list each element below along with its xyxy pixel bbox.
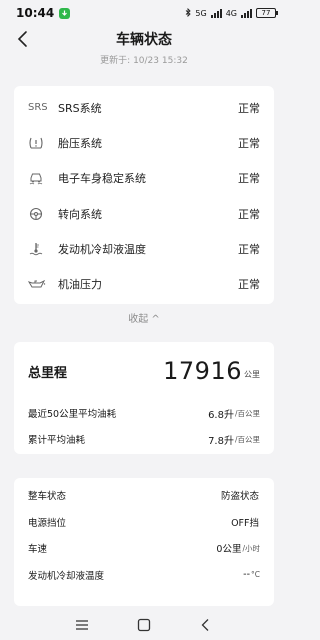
fuel-unit: /百公里 <box>234 408 260 418</box>
system-label: 机油压力 <box>58 278 102 292</box>
last-updated-text: 更新于: 10/23 15:32 <box>100 56 188 66</box>
tire-pressure-icon <box>28 135 50 151</box>
fuel-label: 最近50公里平均油耗 <box>28 409 117 420</box>
system-status: 正常 <box>238 207 260 221</box>
system-nav-bar <box>0 610 288 640</box>
system-row-stability-control[interactable]: 电子车身稳定系统 正常 <box>14 161 274 196</box>
fuel-unit: /百公里 <box>234 434 260 444</box>
system-row-oil-pressure[interactable]: 机油压力 正常 <box>14 266 274 301</box>
state-value: 防盗状态 <box>220 491 259 503</box>
system-label: 转向系统 <box>58 207 102 221</box>
fuel-row-recent: 最近50公里平均油耗 6.8升 /百公里 <box>28 400 260 426</box>
page-title: 车辆状态 <box>116 32 172 48</box>
system-label: 胎压系统 <box>58 136 102 150</box>
network-label-5g: 5G <box>195 8 207 18</box>
network-label-4g: 4G <box>225 8 237 18</box>
fuel-value: 7.8升 <box>208 435 234 447</box>
bluetooth-icon <box>185 7 192 19</box>
fuel-value: 6.8升 <box>208 409 234 421</box>
state-row-vehicle: 整车状态 防盗状态 <box>28 482 260 509</box>
system-status: 正常 <box>238 242 260 256</box>
state-label: 车速 <box>28 544 48 556</box>
home-icon[interactable] <box>136 617 152 633</box>
system-status-card: SRS SRS系统 正常 胎压系统 正常 电子车身稳定系统 正常 转向系统 正常… <box>14 86 274 304</box>
system-status: 正常 <box>238 278 260 292</box>
system-row-steering[interactable]: 转向系统 正常 <box>14 196 274 231</box>
state-row-coolant-temp: 发动机冷却液温度 -- °C <box>28 562 260 589</box>
total-mileage-label: 总里程 <box>28 365 68 381</box>
fuel-label: 累计平均油耗 <box>28 435 86 446</box>
status-bar: 10:44 5G 4G 77 <box>0 0 288 26</box>
total-mileage-unit: 公里 <box>244 370 260 379</box>
state-label: 整车状态 <box>28 491 67 503</box>
system-status: 正常 <box>238 172 260 186</box>
system-row-tire-pressure[interactable]: 胎压系统 正常 <box>14 125 274 160</box>
page-header: 车辆状态 <box>0 26 288 52</box>
state-unit: /小时 <box>242 543 260 553</box>
download-notification-icon <box>59 7 71 19</box>
system-status: 正常 <box>238 101 260 115</box>
state-label: 电源挡位 <box>28 517 67 529</box>
signal-strength-icon-2 <box>241 8 252 18</box>
state-row-speed: 车速 0公里 /小时 <box>28 535 260 562</box>
system-status: 正常 <box>238 136 260 150</box>
fuel-row-cumulative: 累计平均油耗 7.8升 /百公里 <box>28 426 260 452</box>
signal-strength-icon <box>210 8 222 18</box>
total-mileage-value: 17916 <box>163 357 242 385</box>
steering-wheel-icon <box>28 206 50 222</box>
srs-icon: SRS <box>28 102 48 114</box>
oil-can-icon <box>28 276 50 292</box>
vehicle-state-card: 整车状态 防盗状态 电源挡位 OFF挡 车速 0公里 /小时 发动机冷却液温度 … <box>14 478 274 606</box>
state-value: OFF挡 <box>231 517 259 529</box>
state-value: -- <box>243 569 250 581</box>
system-label: 发动机冷却液温度 <box>58 242 146 256</box>
mileage-card: 总里程 17916 公里 最近50公里平均油耗 6.8升 /百公里 累计平均油耗… <box>14 342 274 454</box>
status-time: 10:44 <box>16 6 55 20</box>
battery-icon: 77 <box>256 8 278 18</box>
system-row-srs[interactable]: SRS SRS系统 正常 <box>14 90 274 125</box>
battery-level: 77 <box>261 9 271 17</box>
state-label: 发动机冷却液温度 <box>28 570 105 582</box>
stability-control-icon <box>28 170 50 186</box>
system-label: SRS系统 <box>58 101 102 115</box>
back-icon[interactable] <box>198 617 214 633</box>
system-row-coolant[interactable]: 发动机冷却液温度 正常 <box>14 231 274 266</box>
menu-icon[interactable] <box>74 617 90 633</box>
coolant-temperature-icon <box>28 241 50 257</box>
collapse-button[interactable]: 收起 ^ <box>0 310 288 325</box>
state-unit: °C <box>251 570 260 580</box>
state-value: 0公里 <box>216 544 242 556</box>
state-row-power-gear: 电源挡位 OFF挡 <box>28 509 260 536</box>
system-label: 电子车身稳定系统 <box>58 172 146 186</box>
